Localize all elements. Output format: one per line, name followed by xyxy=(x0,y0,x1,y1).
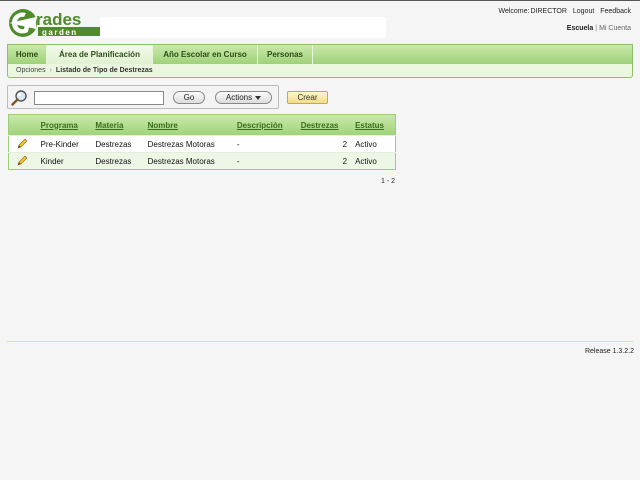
user-links: Welcome:DIRECTOR Logout Feedback xyxy=(494,8,631,15)
cell-destrezas: 2 xyxy=(296,152,352,170)
tab-area-de-planificacion[interactable]: Área de Planificación xyxy=(47,45,153,65)
cell-descripcion: - xyxy=(232,135,297,153)
tab-personas[interactable]: Personas xyxy=(258,45,313,64)
cell-materia: Destrezas xyxy=(91,135,144,153)
main-tab-bar: Home Área de Planificación Año Escolar e… xyxy=(7,44,633,65)
cell-materia: Destrezas xyxy=(91,152,144,170)
cell-nombre: Destrezas Motoras xyxy=(143,135,233,153)
cell-estatus: Activo xyxy=(351,135,396,153)
column-header-descripcion[interactable]: Descripción xyxy=(233,115,297,136)
grades-garden-logo: rades garden xyxy=(8,7,108,39)
search-icon xyxy=(11,90,27,106)
logo-word-bottom: garden xyxy=(42,28,78,37)
chevron-down-icon xyxy=(255,95,262,100)
column-header-nombre[interactable]: Nombre xyxy=(144,115,233,136)
account-separator: | xyxy=(595,25,598,32)
tab-home[interactable]: Home xyxy=(8,45,47,64)
search-input[interactable] xyxy=(34,91,164,105)
edit-cell xyxy=(8,152,37,170)
table-row: Pre-Kinder Destrezas Destrezas Motoras -… xyxy=(8,135,396,153)
cell-programa: Pre-Kinder xyxy=(36,135,92,153)
cell-estatus: Activo xyxy=(351,152,396,170)
edit-column-header xyxy=(9,115,37,136)
actions-label: Actions xyxy=(225,93,253,102)
breadcrumb: Opciones › Listado de Tipo de Destrezas xyxy=(7,64,633,78)
tab-ano-escolar-en-curso[interactable]: Año Escolar en Curso xyxy=(153,45,258,64)
table-row: Kinder Destrezas Destrezas Motoras - 2 A… xyxy=(8,152,396,170)
window-top-border xyxy=(0,0,640,1)
search-region: Go Actions xyxy=(7,85,279,109)
breadcrumb-opciones[interactable]: Opciones xyxy=(16,67,46,74)
header-banner-area xyxy=(100,17,386,38)
cell-descripcion: - xyxy=(232,152,297,170)
release-version: Release 1.3.2.2 xyxy=(584,348,634,355)
cell-nombre: Destrezas Motoras xyxy=(143,152,233,170)
logo-graphic: rades garden xyxy=(9,9,102,37)
escuela-link[interactable]: Escuela xyxy=(567,25,593,32)
actions-menu-button[interactable]: Actions xyxy=(215,91,272,104)
cell-destrezas: 2 xyxy=(296,135,352,153)
column-header-programa[interactable]: Programa xyxy=(37,115,92,136)
breadcrumb-arrow: › xyxy=(49,67,52,74)
mi-cuenta-link[interactable]: Mi Cuenta xyxy=(599,25,631,32)
welcome-label: Welcome: xyxy=(498,8,530,15)
pencil-edit-icon[interactable] xyxy=(17,138,28,149)
go-button[interactable]: Go xyxy=(173,91,205,104)
logo-word-top: rades xyxy=(36,10,81,29)
column-header-destrezas[interactable]: Destrezas xyxy=(297,115,351,136)
logout-link[interactable]: Logout xyxy=(573,8,594,15)
cell-programa: Kinder xyxy=(36,152,92,170)
edit-cell xyxy=(8,135,37,153)
table-header-row: Programa Materia Nombre Descripción Dest… xyxy=(8,114,396,136)
footer-divider xyxy=(7,341,633,342)
column-header-estatus[interactable]: Estatus xyxy=(351,115,395,136)
account-links: Escuela | Mi Cuenta xyxy=(567,25,631,32)
username: DIRECTOR xyxy=(530,8,567,15)
destrezas-report-table: Programa Materia Nombre Descripción Dest… xyxy=(8,114,396,170)
pagination-range: 1 - 2 xyxy=(381,178,396,185)
crear-button[interactable]: Crear xyxy=(287,91,328,104)
column-header-materia[interactable]: Materia xyxy=(91,115,143,136)
breadcrumb-current: Listado de Tipo de Destrezas xyxy=(55,67,153,74)
pencil-edit-icon[interactable] xyxy=(17,155,28,166)
feedback-link[interactable]: Feedback xyxy=(600,8,631,15)
